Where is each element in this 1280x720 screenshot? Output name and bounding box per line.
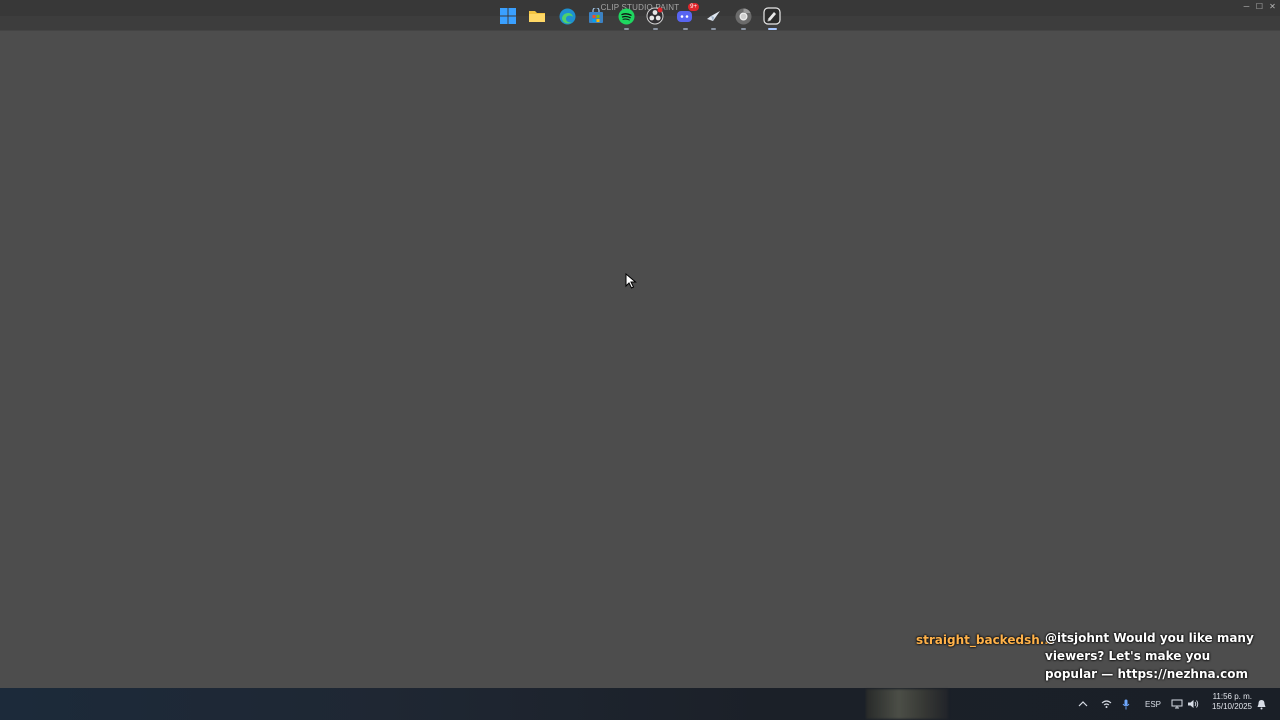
chat-message: @itsjohnt Would you like many viewers? L… bbox=[1045, 631, 1254, 681]
discord-icon[interactable]: 9+ bbox=[675, 3, 699, 30]
obs-icon[interactable] bbox=[645, 6, 665, 30]
active-indicator bbox=[768, 28, 777, 30]
microphone-icon[interactable] bbox=[1122, 688, 1130, 720]
workspace-area[interactable] bbox=[0, 30, 1280, 689]
network-icon[interactable] bbox=[1171, 688, 1183, 720]
running-indicator bbox=[741, 28, 746, 30]
discord-badge: 9+ bbox=[688, 3, 699, 11]
window-title: CLIP STUDIO PAINT bbox=[600, 3, 680, 12]
volume-icon[interactable] bbox=[1187, 688, 1199, 720]
language-indicator[interactable]: ESP bbox=[1145, 688, 1161, 720]
microsoft-store-icon[interactable] bbox=[586, 6, 606, 26]
running-indicator bbox=[624, 28, 629, 30]
window-controls: ─ ☐ ✕ bbox=[1243, 2, 1276, 11]
close-button[interactable]: ✕ bbox=[1269, 2, 1276, 11]
running-indicator bbox=[653, 28, 658, 30]
wifi-icon[interactable] bbox=[1101, 688, 1112, 720]
running-indicator bbox=[683, 28, 688, 30]
spotify-icon[interactable] bbox=[616, 6, 636, 30]
maximize-button[interactable]: ☐ bbox=[1256, 2, 1263, 11]
chrome-icon[interactable] bbox=[733, 6, 753, 30]
taskbar bbox=[0, 688, 1280, 720]
running-indicator bbox=[711, 28, 716, 30]
tray-overflow-icon[interactable] bbox=[1078, 688, 1088, 720]
chat-username: straight_backedsh... bbox=[916, 633, 1054, 647]
blurred-overlay bbox=[866, 689, 948, 719]
notifications-icon[interactable] bbox=[1256, 688, 1267, 720]
clock-date: 15/10/2025 bbox=[1211, 702, 1252, 711]
edge-browser-icon[interactable] bbox=[557, 6, 577, 26]
steam-icon[interactable] bbox=[703, 6, 723, 30]
windows-start-icon[interactable] bbox=[498, 6, 518, 26]
minimize-button[interactable]: ─ bbox=[1243, 2, 1250, 11]
file-explorer-icon[interactable] bbox=[527, 6, 547, 26]
app-titlebar: CLIP STUDIO PAINT ─ ☐ ✕ bbox=[0, 0, 1280, 30]
mouse-cursor-icon bbox=[625, 273, 637, 289]
taskbar-clock[interactable]: 11:56 p. m. 15/10/2025 bbox=[1206, 692, 1252, 712]
clip-studio-icon[interactable] bbox=[762, 6, 782, 30]
clock-time: 11:56 p. m. bbox=[1212, 692, 1252, 701]
